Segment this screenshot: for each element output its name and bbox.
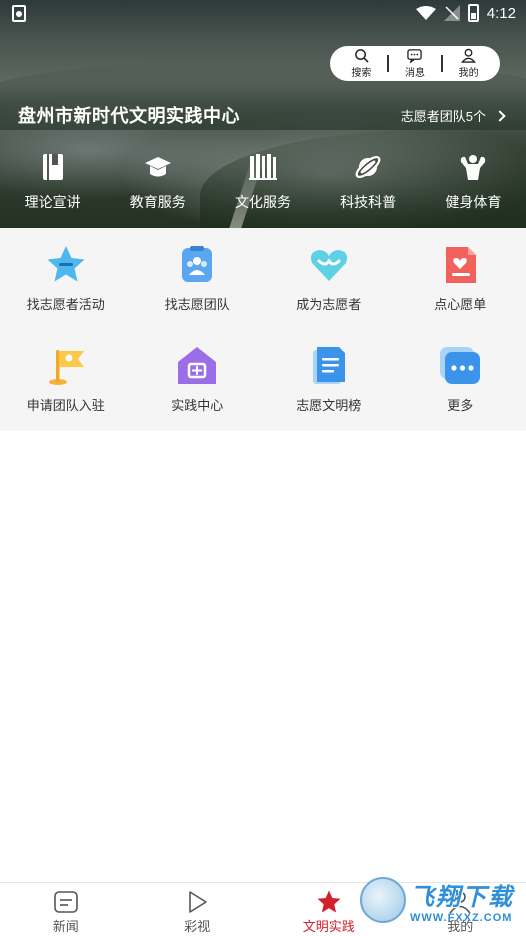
category-label: 理论宣讲 xyxy=(24,194,81,210)
profile-button[interactable]: 我的 xyxy=(444,48,494,79)
wish-list-icon xyxy=(446,247,477,283)
news-icon xyxy=(53,891,78,913)
service-more[interactable]: 更多 xyxy=(395,329,526,431)
divider xyxy=(387,55,390,72)
chevron-right-icon xyxy=(494,109,506,122)
watermark: 飞翔下载 WWW.FXXZ.COM xyxy=(360,876,516,924)
service-practice-center[interactable]: 实践中心 xyxy=(132,329,264,431)
hero-banner: 4:12 搜索 消息 我的 盘州市新时代文明实践中心 志愿者团队5个 理论宣讲 … xyxy=(0,0,526,228)
service-label: 志愿文明榜 xyxy=(296,398,362,413)
category-culture[interactable]: 文化服务 xyxy=(210,152,315,212)
watermark-url: WWW.FXXZ.COM xyxy=(410,911,513,924)
page-title: 盘州市新时代文明实践中心 xyxy=(18,106,240,126)
star-icon xyxy=(317,890,341,913)
muscle-icon xyxy=(461,155,486,180)
notification-icon xyxy=(12,5,26,22)
house-icon xyxy=(178,347,217,384)
wifi-icon xyxy=(415,6,436,20)
volunteer-team-link[interactable]: 志愿者团队5个 xyxy=(400,106,506,125)
tab-label: 新闻 xyxy=(52,919,79,934)
service-become-volunteer[interactable]: 成为志愿者 xyxy=(263,228,395,329)
flag-icon xyxy=(48,350,84,385)
category-label: 科技科普 xyxy=(340,194,397,210)
service-label: 找志愿团队 xyxy=(164,297,230,312)
category-label: 教育服务 xyxy=(129,194,186,210)
status-time: 4:12 xyxy=(486,4,516,22)
service-label: 找志愿者活动 xyxy=(26,297,105,312)
graduation-cap-icon xyxy=(144,157,171,177)
library-icon xyxy=(248,154,277,180)
watermark-logo xyxy=(360,877,406,923)
book-icon xyxy=(42,154,63,180)
heart-icon xyxy=(310,250,347,281)
volunteer-team-count: 志愿者团队5个 xyxy=(400,109,486,124)
category-label: 健身体育 xyxy=(445,194,502,210)
service-wish-list[interactable]: 点心愿单 xyxy=(395,228,526,329)
status-bar: 4:12 xyxy=(0,0,526,28)
service-ranking[interactable]: 志愿文明榜 xyxy=(263,329,395,431)
service-label: 更多 xyxy=(447,398,474,413)
service-grid: 找志愿者活动 找志愿团队 成为志愿者 点心愿单 申请团队入驻 实践中心 志愿文明… xyxy=(0,228,526,431)
tab-label: 彩视 xyxy=(184,919,211,934)
service-apply-team[interactable]: 申请团队入驻 xyxy=(0,329,132,431)
category-theory[interactable]: 理论宣讲 xyxy=(0,152,105,212)
search-icon xyxy=(355,49,369,63)
search-button[interactable]: 搜索 xyxy=(336,48,386,79)
service-label: 实践中心 xyxy=(171,398,224,413)
tab-video[interactable]: 彩视 xyxy=(132,883,264,936)
profile-label: 我的 xyxy=(458,68,479,79)
category-science[interactable]: 科技科普 xyxy=(316,152,421,212)
search-label: 搜索 xyxy=(351,68,372,79)
message-button[interactable]: 消息 xyxy=(390,48,440,79)
battery-icon xyxy=(467,4,479,22)
category-education[interactable]: 教育服务 xyxy=(105,152,210,212)
team-icon xyxy=(182,246,213,282)
hero-category-bar: 理论宣讲 教育服务 文化服务 科技科普 健身体育 xyxy=(0,152,526,212)
message-label: 消息 xyxy=(404,68,425,79)
document-icon xyxy=(312,347,345,384)
service-label: 点心愿单 xyxy=(434,297,487,312)
category-label: 文化服务 xyxy=(234,194,291,210)
service-find-team[interactable]: 找志愿团队 xyxy=(132,228,264,329)
watermark-title: 飞翔下载 xyxy=(410,883,514,911)
service-label: 成为志愿者 xyxy=(296,297,362,312)
play-icon xyxy=(189,891,208,913)
message-icon xyxy=(407,49,423,63)
service-label: 申请团队入驻 xyxy=(26,398,105,413)
tab-label: 文明实践 xyxy=(302,919,355,934)
signal-icon xyxy=(443,5,460,21)
star-badge-icon xyxy=(47,246,85,282)
tab-news[interactable]: 新闻 xyxy=(0,883,132,936)
user-icon xyxy=(461,48,477,63)
divider xyxy=(440,55,443,72)
category-fitness[interactable]: 健身体育 xyxy=(421,152,526,212)
top-action-bar: 搜索 消息 我的 xyxy=(330,46,500,81)
planet-icon xyxy=(355,155,381,179)
more-icon xyxy=(440,347,481,384)
service-find-activity[interactable]: 找志愿者活动 xyxy=(0,228,132,329)
